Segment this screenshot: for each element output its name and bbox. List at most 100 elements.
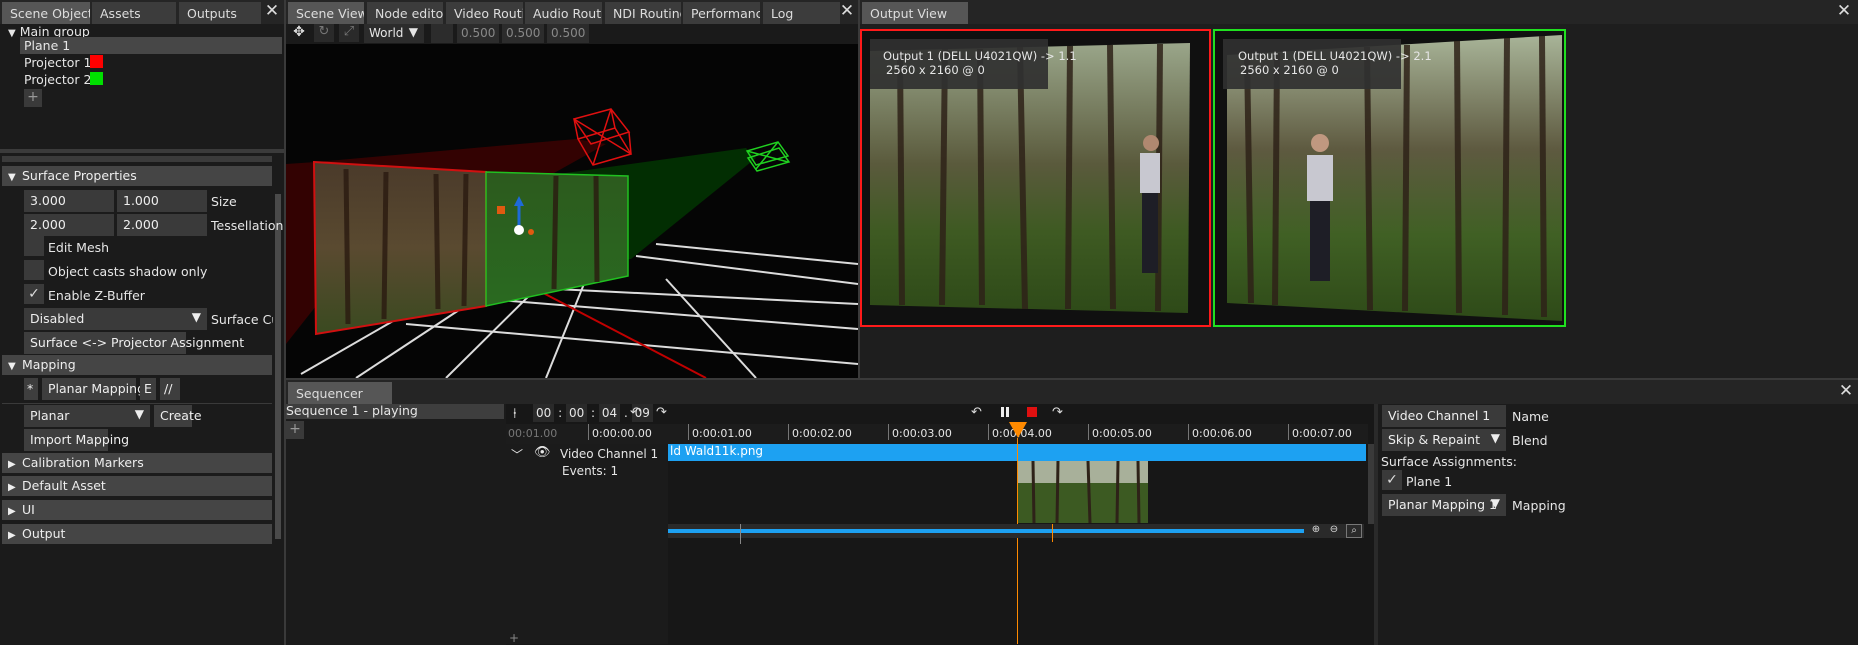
forward-icon[interactable]: ↷: [1052, 405, 1063, 420]
close-icon[interactable]: ✕: [1835, 3, 1853, 21]
tab-sequencer[interactable]: Sequencer: [288, 382, 392, 404]
section-output[interactable]: ▶ Output: [2, 524, 272, 544]
mapping-type-dropdown[interactable]: Planar ▼: [24, 405, 150, 427]
chevron-down-icon[interactable]: ﹀: [511, 446, 523, 463]
snap-y-field[interactable]: 0.500: [502, 24, 544, 43]
projector-2-box: [745, 141, 791, 172]
timecode-minutes[interactable]: 00: [565, 404, 588, 422]
snap-z-field[interactable]: 0.500: [547, 24, 589, 43]
tab-output-view[interactable]: Output View: [862, 2, 968, 24]
eye-icon[interactable]: 👁: [534, 445, 551, 460]
tab-performance[interactable]: Performance...: [683, 2, 760, 24]
color-swatch-green[interactable]: [90, 72, 103, 85]
loop-start-icon[interactable]: ↶: [630, 405, 641, 420]
sequence-item[interactable]: Sequence 1 - playing: [286, 403, 504, 419]
add-channel-icon[interactable]: +: [509, 631, 519, 645]
surface-projector-assignment-button[interactable]: Surface <-> Projector Assignment: [24, 332, 244, 354]
mapping-name-button[interactable]: Planar Mapping 1: [42, 378, 157, 400]
tab-node-editor[interactable]: Node editor: [367, 2, 443, 24]
section-title: Calibration Markers: [22, 455, 144, 470]
surface-culling-dropdown[interactable]: Disabled ▼: [24, 308, 207, 330]
stop-icon[interactable]: [1027, 407, 1037, 417]
tab-scene-objects[interactable]: Scene Objects...: [2, 2, 90, 24]
checkmark-icon[interactable]: ✓: [1382, 470, 1402, 490]
output-2-frame[interactable]: Output 1 (DELL U4021QW) -> 2.1 2560 x 21…: [1213, 29, 1566, 327]
sequence-list: Sequence 1 - playing +: [286, 403, 506, 645]
scale-tool-icon[interactable]: ⤢: [339, 24, 359, 42]
coordinate-space-dropdown[interactable]: World ▼: [364, 24, 424, 43]
mapping-star-button[interactable]: *: [24, 378, 38, 400]
scene-3d-render[interactable]: [286, 44, 858, 378]
sequencer-tabbar: Sequencer ✕: [286, 380, 1858, 404]
section-calibration-markers[interactable]: ▶ Calibration Markers: [2, 453, 272, 473]
edit-mesh-checkbox[interactable]: [24, 236, 44, 256]
triangle-right-icon: ▶: [8, 506, 16, 517]
timecode-seconds[interactable]: 04: [598, 404, 621, 422]
panel-splitter[interactable]: [0, 149, 284, 153]
add-sequence-button[interactable]: +: [286, 421, 304, 439]
size-x-field[interactable]: 3.000: [24, 190, 114, 212]
time-ruler[interactable]: 00:01.00 0:00:00.00 0:00:01.00 0:00:02.0…: [506, 424, 1368, 444]
scene-viewport[interactable]: ✥ ↻ ⤢ World ▼ 0.500 0.500 0.500: [286, 24, 858, 378]
tab-scene-view[interactable]: Scene View...: [288, 2, 364, 24]
section-surface-properties[interactable]: ▼ Surface Properties: [2, 166, 272, 186]
panel-splitter[interactable]: [1374, 404, 1378, 645]
triangle-down-icon: ▼: [1490, 496, 1500, 510]
output-1-frame[interactable]: Output 1 (DELL U4021QW) -> 1.1 2560 x 21…: [860, 29, 1211, 327]
tab-assets[interactable]: Assets: [92, 2, 176, 24]
ruler-label: 0:00:01.00: [692, 427, 752, 440]
tessellation-x-field[interactable]: 2.000: [24, 214, 114, 236]
create-mapping-button[interactable]: Create: [154, 405, 202, 427]
zoom-out-icon[interactable]: ⊖: [1326, 524, 1342, 538]
rewind-icon[interactable]: ↶: [971, 405, 982, 420]
add-object-button[interactable]: +: [24, 89, 42, 107]
tab-video-routing[interactable]: Video Routin...: [446, 2, 523, 24]
checkmark-icon[interactable]: ✓: [24, 284, 44, 304]
blend-dropdown[interactable]: Skip & Repaint ▼: [1382, 429, 1506, 451]
tab-ndi-routing[interactable]: NDI Routing...: [605, 2, 681, 24]
pause-icon[interactable]: [1000, 407, 1010, 418]
move-tool-icon[interactable]: ✥: [289, 24, 309, 42]
import-mapping-button[interactable]: Import Mapping: [24, 429, 129, 451]
section-mapping[interactable]: ▼ Mapping: [2, 355, 272, 375]
section-ui[interactable]: ▶ UI: [2, 500, 272, 520]
gizmo-handle: [497, 206, 505, 214]
zoom-fit-icon[interactable]: ⌕: [1346, 524, 1362, 538]
triangle-down-icon: ▼: [408, 25, 418, 39]
timecode-hours[interactable]: 00: [533, 404, 555, 422]
snap-x-field[interactable]: 0.500: [457, 24, 499, 43]
triangle-right-icon: ▶: [8, 530, 16, 541]
mapping-slash-button[interactable]: //: [160, 378, 180, 400]
zoom-in-icon[interactable]: ⊕: [1308, 524, 1324, 538]
mapping-edit-button[interactable]: E: [140, 378, 156, 400]
ruler-label: 0:00:00.00: [592, 427, 652, 440]
shadow-only-checkbox[interactable]: [24, 260, 44, 280]
dropdown-value: World: [369, 26, 404, 40]
tab-audio-routing[interactable]: Audio Routin...: [525, 2, 602, 24]
playhead-handle[interactable]: [1009, 422, 1027, 438]
close-icon[interactable]: ✕: [838, 3, 856, 21]
size-y-field[interactable]: 1.000: [117, 190, 207, 212]
tab-outputs[interactable]: Outputs: [179, 2, 261, 24]
properties-scrollbar[interactable]: [275, 194, 281, 539]
rotate-tool-icon[interactable]: ↻: [314, 24, 334, 42]
ruler-tick: [988, 424, 989, 440]
tree-item-projector-1[interactable]: Projector 1: [20, 54, 282, 71]
color-swatch-red[interactable]: [90, 55, 103, 68]
tree-item-projector-2[interactable]: Projector 2: [20, 71, 282, 88]
tab-log[interactable]: Log: [763, 2, 840, 24]
close-icon[interactable]: ✕: [1837, 383, 1855, 401]
marker-icon[interactable]: ⍿: [513, 406, 517, 422]
mapping-dropdown[interactable]: Planar Mapping 1 ▼: [1382, 494, 1506, 516]
snap-toggle[interactable]: [431, 24, 453, 43]
close-icon[interactable]: ✕: [263, 3, 281, 21]
tessellation-y-field[interactable]: 2.000: [117, 214, 207, 236]
timeline-hscroll[interactable]: ⊕ ⊖ ⌕: [668, 524, 1364, 544]
channel-name-field[interactable]: Video Channel 1: [1382, 405, 1506, 427]
loop-end-icon[interactable]: ↷: [656, 405, 667, 420]
tree-item-plane-1[interactable]: Plane 1: [20, 37, 282, 54]
channel-properties: Video Channel 1 Name Skip & Repaint ▼ Bl…: [1374, 404, 1858, 645]
section-default-asset[interactable]: ▶ Default Asset: [2, 476, 272, 496]
triangle-down-icon: ▼: [191, 310, 201, 324]
timeline-hscroll-thumb[interactable]: [668, 529, 1304, 533]
